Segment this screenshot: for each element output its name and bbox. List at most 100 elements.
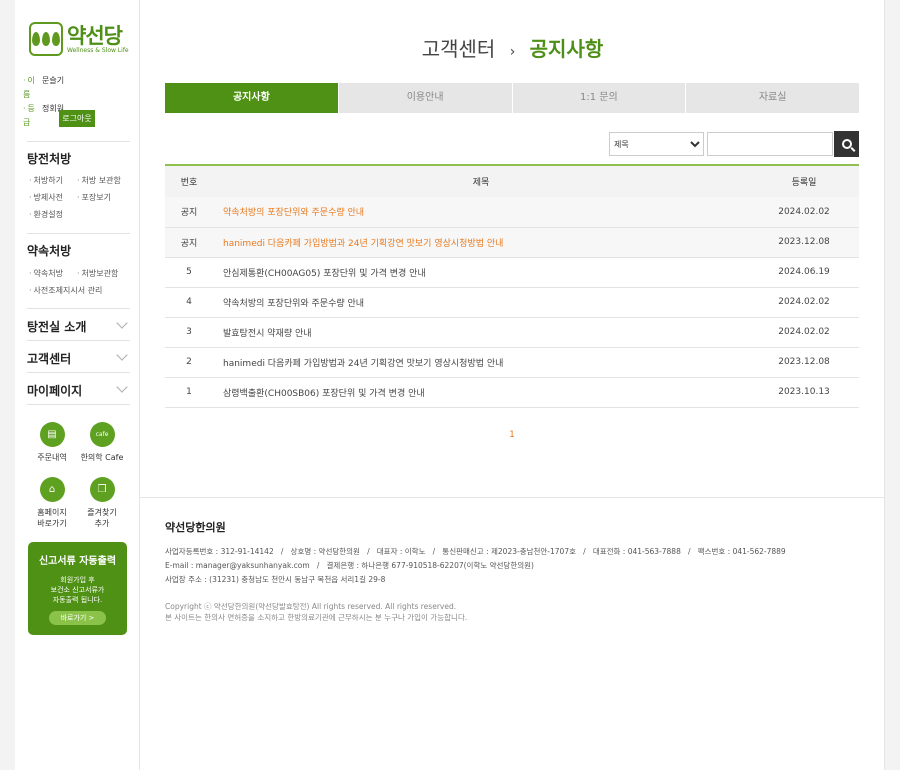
footer-divider	[140, 497, 885, 498]
row-title-link[interactable]: 삼령백출환(CH00SB06) 포장단위 및 가격 변경 안내	[213, 377, 749, 408]
table-row[interactable]: 공지 약속처방의 포장단위와 주문수량 안내 2024.02.02	[165, 197, 859, 228]
menu-item-preparation-orders[interactable]: 사전조제지시서 관리	[29, 285, 103, 296]
table-row[interactable]: 3 발효탕전시 약재량 안내 2024.02.02	[165, 317, 859, 348]
divider	[27, 308, 130, 309]
header-number: 번호	[180, 178, 198, 188]
page-title: 고객센터 › 공지사항	[140, 33, 885, 62]
menu-item-prescribe[interactable]: 처방하기	[29, 175, 63, 186]
row-number: 1	[165, 377, 213, 408]
row-title-link[interactable]: 약속처방의 포장단위와 주문수량 안내	[213, 197, 749, 228]
breadcrumb-current: 공지사항	[529, 37, 604, 61]
notice-table: 번호 제목 등록일 공지 약속처방의 포장단위와 주문수량 안내 2024.02…	[165, 164, 859, 408]
user-info: 이름문슬기 등급정회원	[23, 74, 64, 130]
row-title-link[interactable]: hanimedi 다음카페 가입방법과 24년 기획강연 맛보기 영상시청방법 …	[213, 227, 749, 258]
signup-notice: 본 사이트는 한의사 면허증을 소지하고 한방의료기관에 근무하시는 분 누구나…	[165, 613, 468, 622]
tab-notice[interactable]: 공지사항	[165, 83, 338, 113]
search-icon	[841, 139, 852, 149]
menu-title-promise[interactable]: 약속처방	[27, 242, 71, 259]
row-number: 공지	[165, 197, 213, 228]
quick-bookmark[interactable]: ❒ 즐겨찾기 추가	[77, 477, 127, 529]
auto-print-banner: 신고서류 자동출력 회원가입 후 보건소 신고서류가 자동출력 됩니다. 바로가…	[28, 542, 127, 635]
footer-line-2: E-mail : manager@yaksunhanyak.com / 결제은행…	[165, 561, 534, 570]
table-row[interactable]: 5 안심제통환(CH00AG05) 포장단위 및 가격 변경 안내 2024.0…	[165, 257, 859, 288]
page-number-current[interactable]: 1	[509, 430, 515, 440]
cafe-icon: cafe	[89, 422, 115, 447]
menu-customer-center[interactable]: 고객센터	[27, 349, 130, 367]
quick-bookmark-label: 즐겨찾기 추가	[87, 508, 117, 528]
table-row[interactable]: 공지 hanimedi 다음카페 가입방법과 24년 기획강연 맛보기 영상시청…	[165, 227, 859, 258]
footer-line-1: 사업자등록번호 : 312-91-14142 / 상호명 : 약선당한의원 / …	[165, 547, 786, 556]
quick-homepage-label: 홈페이지 바로가기	[37, 508, 67, 528]
row-number: 공지	[165, 227, 213, 258]
quick-order-history[interactable]: ▤ 주문내역	[27, 422, 77, 463]
table-row[interactable]: 1 삼령백출환(CH00SB06) 포장단위 및 가격 변경 안내 2023.1…	[165, 377, 859, 408]
pagination: 1	[165, 430, 859, 440]
document-icon: ▤	[39, 422, 65, 447]
tab-bar: 공지사항 이용안내 1:1 문의 자료실	[165, 83, 859, 113]
logo-name: 약선당	[67, 23, 123, 48]
divider	[27, 141, 130, 142]
divider	[27, 372, 130, 373]
logout-button[interactable]: 로그아웃	[59, 110, 95, 127]
banner-title: 신고서류 자동출력	[38, 556, 117, 567]
row-date: 2023.12.08	[749, 227, 859, 258]
breadcrumb-parent[interactable]: 고객센터	[422, 37, 496, 61]
menu-about-label: 탕전실 소개	[27, 320, 87, 334]
table-row[interactable]: 2 hanimedi 다음카페 가입방법과 24년 기획강연 맛보기 영상시청방…	[165, 347, 859, 378]
footer-copyright: Copyright ⓒ 약선당한의원(약선당발효탕전) All rights r…	[165, 601, 865, 623]
search-input[interactable]	[707, 132, 833, 156]
logo-tagline: Wellness & Slow Life	[67, 46, 129, 54]
breadcrumb-separator: ›	[509, 44, 516, 60]
table-header-row: 번호 제목 등록일	[165, 165, 859, 197]
menu-item-settings[interactable]: 환경설정	[29, 209, 63, 220]
sidebar: 약선당 Wellness & Slow Life 이름문슬기 등급정회원 로그아…	[15, 0, 140, 770]
bookmark-icon: ❒	[89, 477, 115, 502]
row-title-link[interactable]: 발효탕전시 약재량 안내	[213, 317, 749, 348]
menu-item-formula-dictionary[interactable]: 방제사전	[29, 192, 63, 203]
row-date: 2023.12.08	[749, 347, 859, 378]
copyright-text: Copyright ⓒ 약선당한의원(약선당발효탕전) All rights r…	[165, 602, 457, 611]
row-date: 2024.02.02	[749, 317, 859, 348]
menu-about[interactable]: 탕전실 소개	[27, 317, 130, 335]
tab-inquiry[interactable]: 1:1 문의	[512, 83, 686, 113]
quick-homepage[interactable]: ⌂ 홈페이지 바로가기	[27, 477, 77, 529]
menu-item-package-view[interactable]: 포장보기	[77, 192, 111, 203]
divider	[27, 233, 130, 234]
menu-item-promise-prescription[interactable]: 약속처방	[29, 268, 63, 279]
divider	[27, 404, 130, 405]
row-title-link[interactable]: 안심제통환(CH00AG05) 포장단위 및 가격 변경 안내	[213, 257, 749, 288]
tab-guide[interactable]: 이용안내	[338, 83, 512, 113]
tab-resources[interactable]: 자료실	[686, 83, 859, 113]
footer-business-info: 사업자등록번호 : 312-91-14142 / 상호명 : 약선당한의원 / …	[165, 545, 865, 587]
row-number: 5	[165, 257, 213, 288]
menu-item-promise-box[interactable]: 처방보관함	[77, 268, 119, 279]
menu-item-prescription-box[interactable]: 처방 보관함	[77, 175, 121, 186]
header-date: 등록일	[791, 178, 817, 188]
chevron-down-icon	[116, 317, 128, 329]
menu-mypage-label: 마이페이지	[27, 384, 83, 398]
footer-clinic-name: 약선당한의원	[165, 521, 226, 534]
search-field-select[interactable]: 제목	[609, 132, 704, 156]
chevron-down-icon	[116, 381, 128, 393]
row-date: 2024.02.02	[749, 287, 859, 318]
user-grade-label: 등급	[23, 102, 42, 130]
table-row[interactable]: 4 약속처방의 포장단위와 주문수량 안내 2024.02.02	[165, 287, 859, 318]
row-number: 4	[165, 287, 213, 318]
row-date: 2024.02.02	[749, 197, 859, 228]
search-bar: 제목	[609, 131, 859, 158]
menu-title-tangjeon[interactable]: 탕전처방	[27, 150, 71, 167]
logo[interactable]: 약선당 Wellness & Slow Life	[29, 22, 129, 56]
footer-address: 사업장 주소 : (31231) 충청남도 천안시 동남구 목천읍 서리1길 2…	[165, 575, 386, 584]
menu-mypage[interactable]: 마이페이지	[27, 381, 130, 399]
row-date: 2024.06.19	[749, 257, 859, 288]
user-name-label: 이름	[23, 74, 42, 102]
banner-go-button[interactable]: 바로가기 >	[48, 611, 107, 625]
user-name: 문슬기	[42, 76, 65, 85]
row-number: 2	[165, 347, 213, 378]
menu-customer-center-label: 고객센터	[27, 352, 72, 366]
row-title-link[interactable]: hanimedi 다음카페 가입방법과 24년 기획강연 맛보기 영상시청방법 …	[213, 347, 749, 378]
banner-text: 회원가입 후 보건소 신고서류가 자동출력 됩니다.	[50, 576, 105, 604]
quick-cafe[interactable]: cafe 한의학 Cafe	[77, 422, 127, 463]
row-title-link[interactable]: 약속처방의 포장단위와 주문수량 안내	[213, 287, 749, 318]
search-button[interactable]	[834, 131, 859, 157]
